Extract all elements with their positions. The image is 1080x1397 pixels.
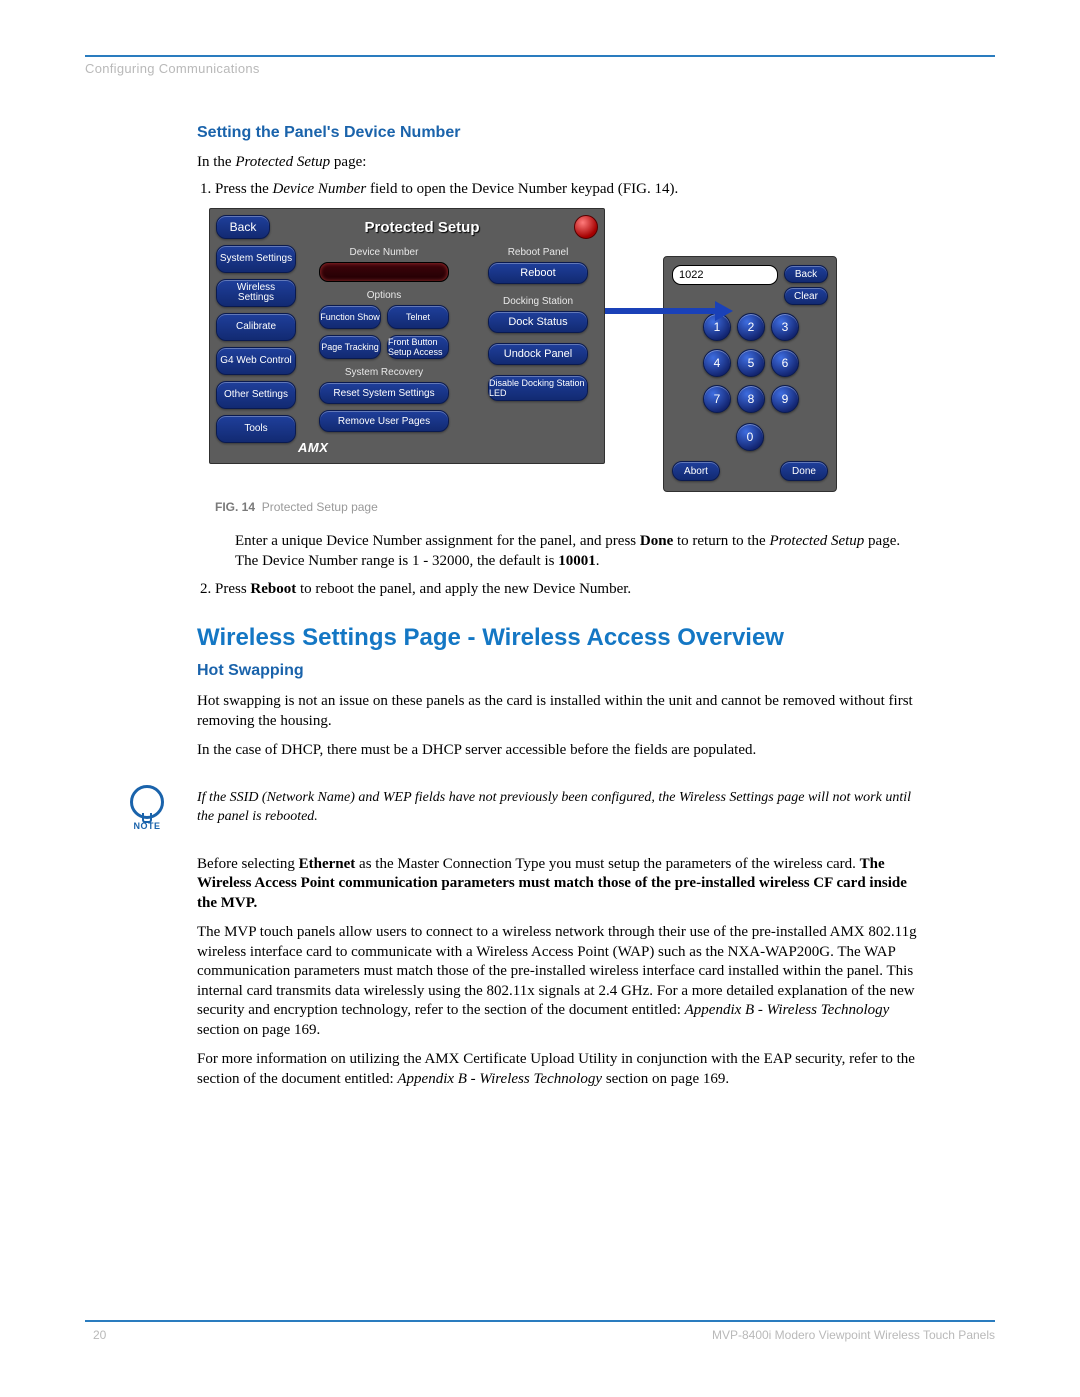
options-label: Options	[296, 288, 472, 303]
body-paragraph: Before selecting Ethernet as the Master …	[197, 855, 917, 914]
step-2: Press Reboot to reboot the panel, and ap…	[215, 581, 917, 598]
docking-station-label: Docking Station	[503, 294, 573, 309]
reboot-panel-label: Reboot Panel	[508, 245, 569, 260]
protected-setup-panel: Back Protected Setup System Settings Wir…	[209, 208, 605, 464]
undock-panel-button[interactable]: Undock Panel	[488, 343, 588, 365]
figure-caption: FIG. 14 Protected Setup page	[215, 500, 917, 514]
note-callout: NOTE If the SSID (Network Name) and WEP …	[127, 785, 917, 831]
keypad-clear-button[interactable]: Clear	[784, 287, 828, 305]
key-0[interactable]: 0	[736, 423, 764, 451]
key-6[interactable]: 6	[771, 349, 799, 377]
device-number-keypad: 1022 Back Clear 1 2 3 4 5 6	[663, 256, 837, 492]
callout-arrow-head	[715, 301, 733, 321]
intro-line: In the Protected Setup page:	[197, 154, 917, 171]
key-7[interactable]: 7	[703, 385, 731, 413]
step-1: Press the Device Number field to open th…	[215, 181, 917, 571]
body-paragraph: Hot swapping is not an issue on these pa…	[197, 692, 917, 731]
key-5[interactable]: 5	[737, 349, 765, 377]
status-led-icon	[574, 215, 598, 239]
key-9[interactable]: 9	[771, 385, 799, 413]
lightbulb-icon	[130, 785, 164, 819]
nav-wireless-settings[interactable]: Wireless Settings	[216, 279, 296, 307]
nav-calibrate[interactable]: Calibrate	[216, 313, 296, 341]
device-number-field[interactable]	[319, 262, 449, 282]
key-8[interactable]: 8	[737, 385, 765, 413]
keypad-display: 1022	[672, 265, 778, 285]
device-number-label: Device Number	[296, 245, 472, 260]
nav-g4-web-control[interactable]: G4 Web Control	[216, 347, 296, 375]
major-heading: Wireless Settings Page - Wireless Access…	[197, 624, 917, 652]
nav-other-settings[interactable]: Other Settings	[216, 381, 296, 409]
doc-title: MVP-8400i Modero Viewpoint Wireless Touc…	[712, 1328, 995, 1342]
body-paragraph: In the case of DHCP, there must be a DHC…	[197, 741, 917, 761]
back-button[interactable]: Back	[216, 215, 270, 239]
body-paragraph: For more information on utilizing the AM…	[197, 1050, 917, 1089]
key-3[interactable]: 3	[771, 313, 799, 341]
reset-system-button[interactable]: Reset System Settings	[319, 382, 449, 404]
footer: 20 MVP-8400i Modero Viewpoint Wireless T…	[85, 1320, 995, 1342]
keypad-back-button[interactable]: Back	[784, 265, 828, 283]
keypad-done-button[interactable]: Done	[780, 461, 828, 481]
key-4[interactable]: 4	[703, 349, 731, 377]
disable-docking-led-button[interactable]: Disable Docking Station LED	[488, 375, 588, 401]
keypad-abort-button[interactable]: Abort	[672, 461, 720, 481]
section-heading: Setting the Panel's Device Number	[197, 124, 917, 142]
telnet-button[interactable]: Telnet	[387, 305, 449, 329]
nav-tools[interactable]: Tools	[216, 415, 296, 443]
amx-logo: AMX	[296, 434, 472, 457]
step-1-continuation: Enter a unique Device Number assignment …	[235, 532, 917, 571]
steps-list: Press the Device Number field to open th…	[197, 181, 917, 598]
dock-status-button[interactable]: Dock Status	[488, 311, 588, 333]
sub-heading: Hot Swapping	[197, 662, 917, 680]
page-number: 20	[85, 1328, 106, 1342]
remove-user-pages-button[interactable]: Remove User Pages	[319, 410, 449, 432]
nav-system-settings[interactable]: System Settings	[216, 245, 296, 273]
panel-title: Protected Setup	[276, 219, 568, 236]
body-paragraph: The MVP touch panels allow users to conn…	[197, 923, 917, 1040]
page-tracking-button[interactable]: Page Tracking	[319, 335, 381, 359]
chapter-head: Configuring Communications	[85, 61, 995, 76]
note-text: If the SSID (Network Name) and WEP field…	[197, 789, 917, 827]
key-2[interactable]: 2	[737, 313, 765, 341]
front-button-setup-button[interactable]: Front Button Setup Access	[387, 335, 449, 359]
reboot-button[interactable]: Reboot	[488, 262, 588, 284]
figure-14: Back Protected Setup System Settings Wir…	[209, 208, 917, 492]
side-nav: System Settings Wireless Settings Calibr…	[216, 245, 290, 457]
function-show-button[interactable]: Function Show	[319, 305, 381, 329]
system-recovery-label: System Recovery	[296, 365, 472, 380]
